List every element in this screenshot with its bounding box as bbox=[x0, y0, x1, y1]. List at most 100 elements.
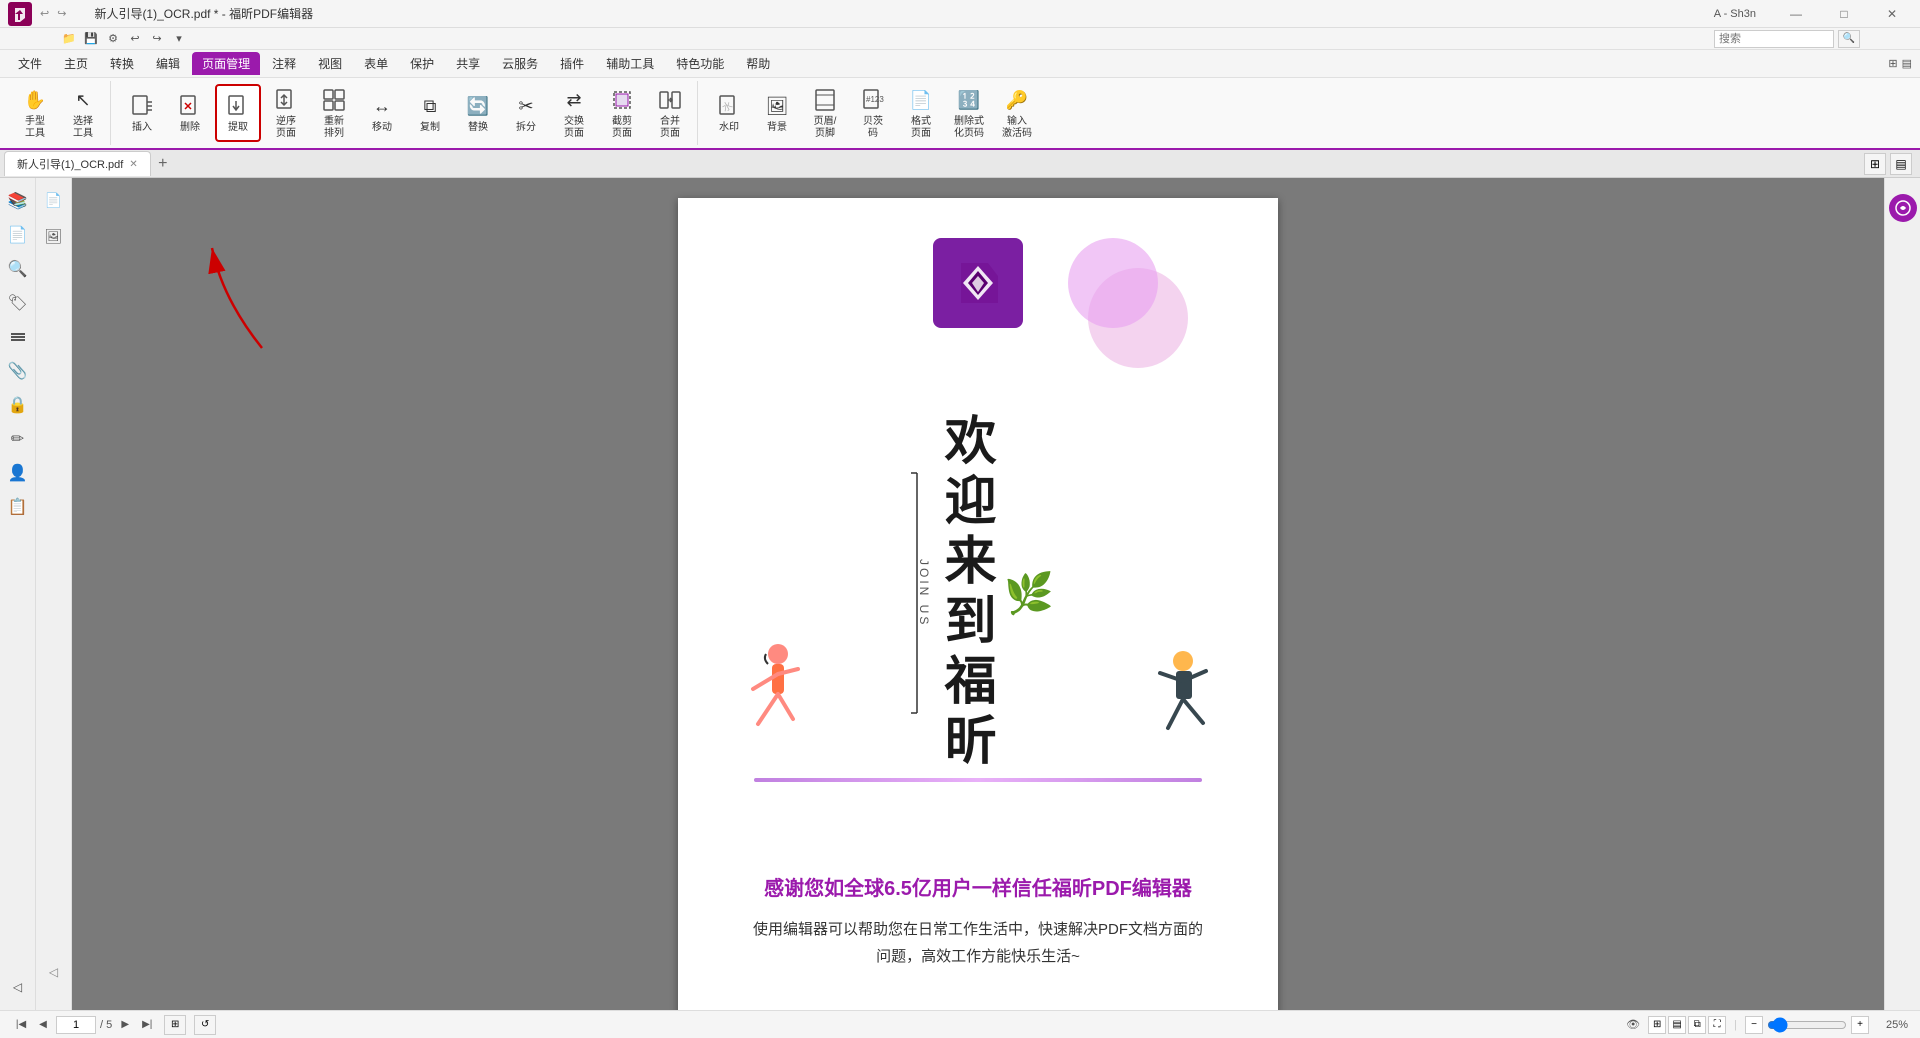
content-area: 📄 🖼 ◁ bbox=[36, 178, 1920, 1010]
sidebar-sign-icon[interactable]: ✏ bbox=[3, 424, 33, 454]
menu-protect[interactable]: 保护 bbox=[400, 52, 444, 75]
toolbar-redo-icon: ↪ bbox=[57, 7, 66, 20]
menu-file[interactable]: 文件 bbox=[8, 52, 52, 75]
hand-tool-button[interactable]: ✋ 手型工具 bbox=[12, 84, 58, 142]
pdf-viewer[interactable]: JOIN US 欢迎来到福昕 🌿 bbox=[72, 178, 1884, 1010]
sidebar-pages-icon[interactable]: 📄 bbox=[3, 220, 33, 250]
split-view-button[interactable]: ⧉ bbox=[1688, 1016, 1706, 1034]
menubar: 文件 主页 转换 编辑 页面管理 注释 视图 表单 保护 共享 云服务 插件 辅… bbox=[0, 50, 1920, 78]
ai-assistant-button[interactable] bbox=[1889, 194, 1917, 222]
background-button[interactable]: 🖼 背景 bbox=[754, 84, 800, 142]
extract-button[interactable]: 提取 bbox=[215, 84, 261, 142]
tab-close-button[interactable]: ✕ bbox=[129, 159, 137, 170]
page-panel-icon-1[interactable]: 📄 bbox=[40, 186, 68, 214]
grid-view-button[interactable]: ⊞ bbox=[1648, 1016, 1666, 1034]
reverse-button[interactable]: 逆序页面 bbox=[263, 84, 309, 142]
header-footer-label: 页眉/页脚 bbox=[814, 116, 837, 140]
qa-refresh-button[interactable]: ⚙ bbox=[104, 30, 122, 48]
delete-button[interactable]: 删除 bbox=[167, 84, 213, 142]
sidebar-attach-icon[interactable]: 📎 bbox=[3, 356, 33, 386]
menu-edit[interactable]: 编辑 bbox=[146, 52, 190, 75]
hand-icon: ✋ bbox=[21, 86, 49, 114]
reorder-button[interactable]: 重新排列 bbox=[311, 84, 357, 142]
qa-save-button[interactable]: 💾 bbox=[82, 30, 100, 48]
sidebar-search-icon[interactable]: 🔍 bbox=[3, 254, 33, 284]
menu-help[interactable]: 帮助 bbox=[736, 52, 780, 75]
svg-text:#123: #123 bbox=[866, 95, 884, 104]
header-footer-button[interactable]: 页眉/页脚 bbox=[802, 84, 848, 142]
maximize-button[interactable]: □ bbox=[1824, 3, 1864, 25]
rotate-button[interactable]: ↺ bbox=[194, 1015, 216, 1035]
tab-view-grid[interactable]: ⊞ bbox=[1864, 153, 1886, 175]
minimize-button[interactable]: — bbox=[1776, 3, 1816, 25]
tab-view-list[interactable]: ▤ bbox=[1890, 153, 1912, 175]
menu-convert[interactable]: 转换 bbox=[100, 52, 144, 75]
copy-button[interactable]: ⧉ 复制 bbox=[407, 84, 453, 142]
thumbnail-view-button[interactable]: ⊞ bbox=[164, 1015, 186, 1035]
select-tool-label: 选择工具 bbox=[73, 116, 93, 140]
swap-button[interactable]: ⇄ 交换页面 bbox=[551, 84, 597, 142]
crop-button[interactable]: 截剪页面 bbox=[599, 84, 645, 142]
menu-page-manage[interactable]: 页面管理 bbox=[192, 52, 260, 75]
bates-button[interactable]: #123 贝茨码 bbox=[850, 84, 896, 142]
page-code-button[interactable]: 🔢 删除式化页码 bbox=[946, 84, 992, 142]
page-panel-icon-2[interactable]: 🖼 bbox=[40, 222, 68, 250]
pdf-page: JOIN US 欢迎来到福昕 🌿 bbox=[678, 198, 1278, 1010]
menu-special[interactable]: 特色功能 bbox=[666, 52, 734, 75]
close-button[interactable]: ✕ bbox=[1872, 3, 1912, 25]
watermark-button[interactable]: 水 水印 bbox=[706, 84, 752, 142]
replace-button[interactable]: 🔄 替换 bbox=[455, 84, 501, 142]
watermark-icon: 水 bbox=[715, 92, 743, 120]
format-button[interactable]: 📄 格式页面 bbox=[898, 84, 944, 142]
background-label: 背景 bbox=[767, 122, 787, 134]
menu-view[interactable]: 视图 bbox=[308, 52, 352, 75]
search-input[interactable] bbox=[1714, 30, 1834, 48]
list-view-button[interactable]: ▤ bbox=[1668, 1016, 1686, 1034]
sidebar-collapse-icon[interactable]: ◁ bbox=[3, 972, 33, 1002]
menu-home[interactable]: 主页 bbox=[54, 52, 98, 75]
quick-access-toolbar: 📁 💾 ⚙ ↩ ↪ ▾ 🔍 bbox=[0, 28, 1920, 50]
page-number-input[interactable] bbox=[56, 1016, 96, 1034]
qa-undo-button[interactable]: ↩ bbox=[126, 30, 144, 48]
desc-line2: 问题，高效工作方能快乐生活~ bbox=[876, 948, 1080, 965]
sidebar-notes-icon[interactable]: 📋 bbox=[3, 492, 33, 522]
merge-button[interactable]: 合并页面 bbox=[647, 84, 693, 142]
sidebar-bookmark-icon[interactable]: 📚 bbox=[3, 186, 33, 216]
move-button[interactable]: ↔ 移动 bbox=[359, 84, 405, 142]
fullscreen-button[interactable]: ⛶ bbox=[1708, 1016, 1726, 1034]
page-panel-collapse[interactable]: ◁ bbox=[46, 942, 62, 1002]
zoom-slider[interactable] bbox=[1767, 1017, 1847, 1033]
pdf-logo bbox=[933, 238, 1023, 328]
toolbar-group-marks: 水 水印 🖼 背景 页眉/页脚 #123 贝茨码 📄 格式页面 🔢 删除式化页码 bbox=[702, 81, 1044, 145]
menu-cloud[interactable]: 云服务 bbox=[492, 52, 548, 75]
sidebar-tags-icon[interactable]: 🏷 bbox=[3, 288, 33, 318]
menu-share[interactable]: 共享 bbox=[446, 52, 490, 75]
sidebar-security-icon[interactable]: 🔒 bbox=[3, 390, 33, 420]
menu-assist[interactable]: 辅助工具 bbox=[596, 52, 664, 75]
prev-page-button[interactable]: ◀ bbox=[34, 1016, 52, 1034]
view-buttons: ⊞ ▤ ⧉ ⛶ bbox=[1648, 1016, 1726, 1034]
zoom-out-button[interactable]: − bbox=[1745, 1016, 1763, 1034]
sidebar-layers-icon[interactable] bbox=[3, 322, 33, 352]
activation-button[interactable]: 🔑 输入激活码 bbox=[994, 84, 1040, 142]
next-page-button[interactable]: ▶ bbox=[116, 1016, 134, 1034]
menu-annotate[interactable]: 注释 bbox=[262, 52, 306, 75]
red-arrow-annotation bbox=[202, 238, 302, 363]
zoom-in-button[interactable]: + bbox=[1851, 1016, 1869, 1034]
search-button[interactable]: 🔍 bbox=[1838, 30, 1860, 48]
tab-add-button[interactable]: + bbox=[153, 154, 173, 174]
last-page-button[interactable]: ▶| bbox=[138, 1016, 156, 1034]
split-button[interactable]: ✂ 拆分 bbox=[503, 84, 549, 142]
qa-redo-button[interactable]: ↪ bbox=[148, 30, 166, 48]
first-page-button[interactable]: |◀ bbox=[12, 1016, 30, 1034]
select-tool-button[interactable]: ↖ 选择工具 bbox=[60, 84, 106, 142]
insert-button[interactable]: 插入 bbox=[119, 84, 165, 142]
reverse-label: 逆序页面 bbox=[276, 116, 296, 140]
menu-plugin[interactable]: 插件 bbox=[550, 52, 594, 75]
qa-open-button[interactable]: 📁 bbox=[60, 30, 78, 48]
menu-form[interactable]: 表单 bbox=[354, 52, 398, 75]
sidebar-user-icon[interactable]: 👤 bbox=[3, 458, 33, 488]
tab-current[interactable]: 新人引导(1)_OCR.pdf ✕ bbox=[4, 151, 151, 176]
qa-dropdown-button[interactable]: ▾ bbox=[170, 30, 188, 48]
app-logo-icon bbox=[8, 2, 32, 26]
